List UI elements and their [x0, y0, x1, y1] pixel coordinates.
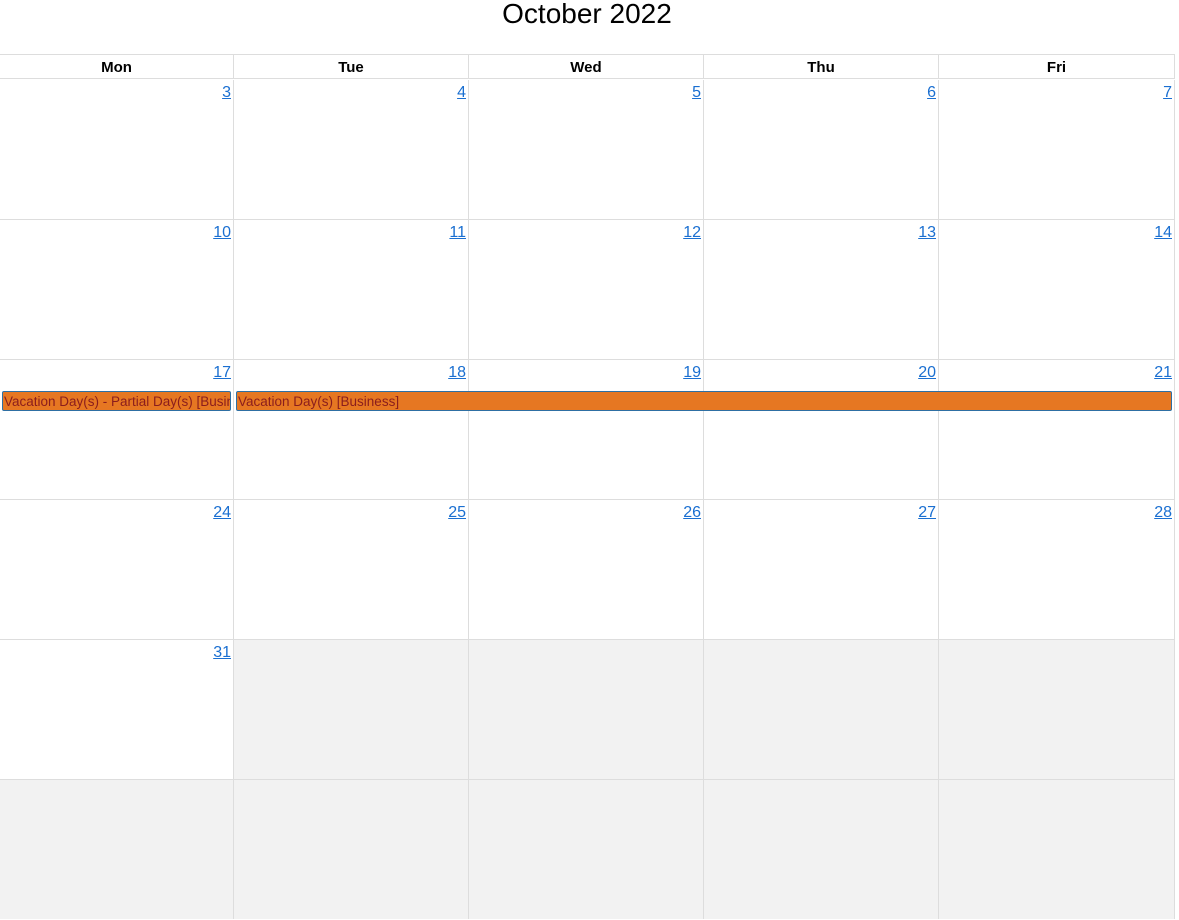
day-number-link[interactable]: 11 [449, 224, 466, 242]
week-row: 10 11 12 13 14 [0, 220, 1175, 360]
day-number-link[interactable]: 18 [448, 364, 466, 382]
day-number-link[interactable]: 31 [213, 644, 231, 662]
day-cell[interactable]: 14 [939, 220, 1175, 359]
day-cell[interactable]: 5 [469, 80, 704, 219]
week-row: 31 [0, 640, 1175, 780]
day-number-link[interactable]: 20 [918, 364, 936, 382]
day-cell[interactable]: 6 [704, 80, 939, 219]
day-number-link[interactable]: 26 [683, 504, 701, 522]
week-row: 24 25 26 27 28 [0, 500, 1175, 640]
day-cell[interactable]: 19 [469, 360, 704, 499]
weekday-header-mon: Mon [0, 55, 234, 79]
day-cell-other-month [469, 780, 704, 919]
day-number-link[interactable]: 3 [222, 84, 231, 102]
day-cell-other-month [0, 780, 234, 919]
day-number-link[interactable]: 25 [448, 504, 466, 522]
day-number-link[interactable]: 14 [1154, 224, 1172, 242]
weekday-header-thu: Thu [704, 55, 939, 79]
day-cell[interactable]: 13 [704, 220, 939, 359]
day-number-link[interactable]: 19 [683, 364, 701, 382]
day-cell-other-month [939, 640, 1175, 779]
day-cell-other-month [234, 640, 469, 779]
month-title: October 2022 [502, 0, 672, 29]
day-cell[interactable]: 25 [234, 500, 469, 639]
day-number-link[interactable]: 6 [927, 84, 936, 102]
day-cell[interactable]: 7 [939, 80, 1175, 219]
week-row [0, 780, 1175, 920]
day-number-link[interactable]: 5 [692, 84, 701, 102]
day-cell[interactable]: 20 [704, 360, 939, 499]
day-cell-other-month [704, 780, 939, 919]
day-number-link[interactable]: 27 [918, 504, 936, 522]
day-number-link[interactable]: 10 [213, 224, 231, 242]
day-number-link[interactable]: 13 [918, 224, 936, 242]
day-number-link[interactable]: 7 [1163, 84, 1172, 102]
day-cell-other-month [469, 640, 704, 779]
calendar-grid: Mon Tue Wed Thu Fri 3 4 5 6 7 10 11 12 1… [0, 54, 1175, 919]
day-number-link[interactable]: 12 [683, 224, 701, 242]
day-number-link[interactable]: 21 [1154, 364, 1172, 382]
weekday-header-wed: Wed [469, 55, 704, 79]
day-cell[interactable]: 31 [0, 640, 234, 779]
event-vacation-partial[interactable]: Vacation Day(s) - Partial Day(s) [Busine… [2, 391, 231, 411]
day-cell[interactable]: 17 [0, 360, 234, 499]
weekday-header-fri: Fri [939, 55, 1175, 79]
weekday-header-tue: Tue [234, 55, 469, 79]
day-number-link[interactable]: 24 [213, 504, 231, 522]
day-cell[interactable]: 3 [0, 80, 234, 219]
day-cell[interactable]: 24 [0, 500, 234, 639]
day-cell-other-month [939, 780, 1175, 919]
day-cell-other-month [704, 640, 939, 779]
weekday-header-row: Mon Tue Wed Thu Fri [0, 54, 1175, 79]
day-cell[interactable]: 4 [234, 80, 469, 219]
day-number-link[interactable]: 28 [1154, 504, 1172, 522]
day-cell[interactable]: 28 [939, 500, 1175, 639]
day-cell[interactable]: 21 [939, 360, 1175, 499]
day-cell[interactable]: 26 [469, 500, 704, 639]
day-cell-other-month [234, 780, 469, 919]
week-row: 17 18 19 20 21 Vacation Day(s) - Partial… [0, 360, 1175, 500]
week-row: 3 4 5 6 7 [0, 80, 1175, 220]
day-cell[interactable]: 18 [234, 360, 469, 499]
event-vacation-days[interactable]: Vacation Day(s) [Business] [236, 391, 1172, 411]
day-cell[interactable]: 10 [0, 220, 234, 359]
day-cell[interactable]: 11 [234, 220, 469, 359]
day-number-link[interactable]: 4 [457, 84, 466, 102]
day-cell[interactable]: 27 [704, 500, 939, 639]
day-cell[interactable]: 12 [469, 220, 704, 359]
day-number-link[interactable]: 17 [213, 364, 231, 382]
